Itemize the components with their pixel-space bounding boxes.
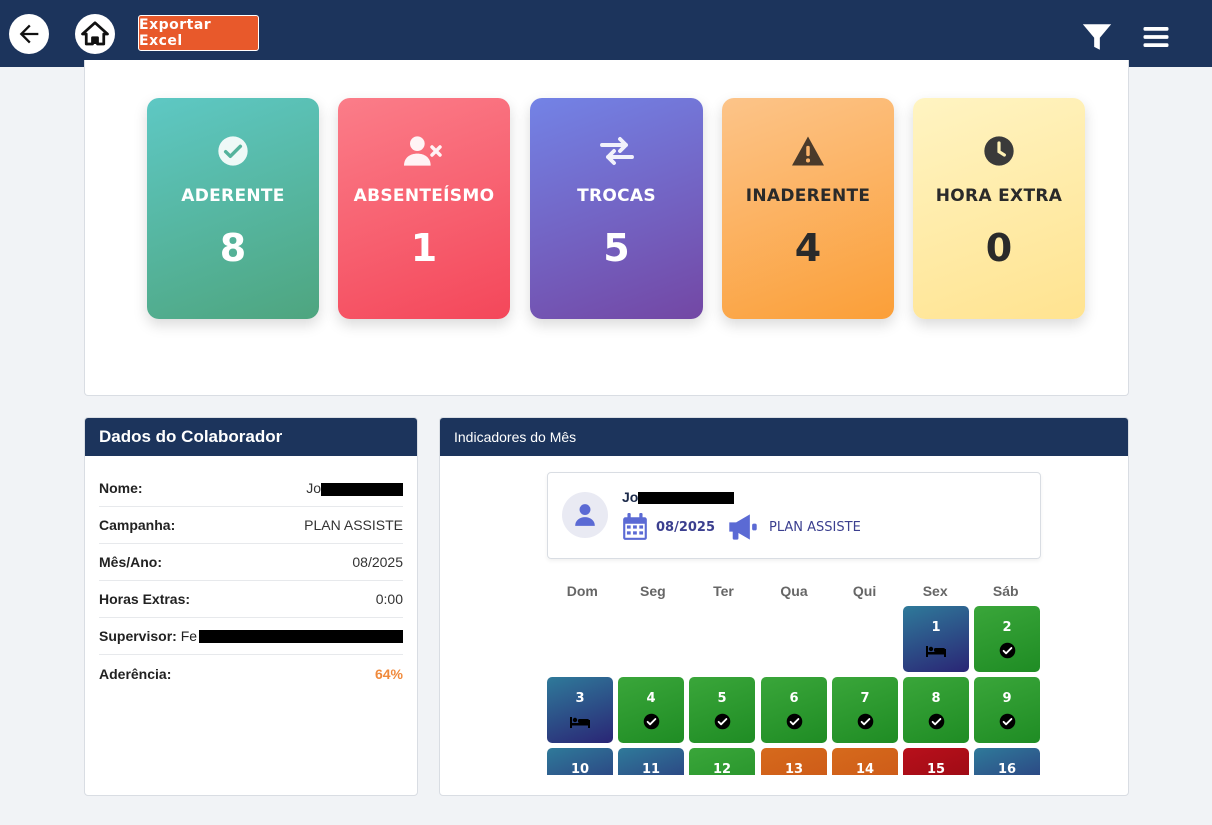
home-icon [81,21,109,46]
user-icon [575,504,595,526]
collaborator-panel: Dados do Colaborador Nome: Jo Campanha: … [84,417,418,796]
employee-info-box: Jo 08/2025 PLAN ASSISTE [547,472,1041,559]
check-circle-icon [857,712,874,730]
calendar-day[interactable]: 8 [903,677,969,743]
calendar-day[interactable]: 10 [547,748,613,775]
card-inaderente[interactable]: INADERENTE 4 [722,98,894,319]
calendar-day[interactable]: 3 [547,677,613,743]
card-hora-extra[interactable]: HORA EXTRA 0 [913,98,1085,319]
collaborator-panel-title: Dados do Colaborador [85,418,417,456]
calendar-day[interactable]: 14 [832,748,898,775]
card-label: INADERENTE [745,186,871,206]
row-horas-extras: Horas Extras: 0:00 [99,581,403,618]
month-label: 08/2025 [656,519,716,535]
weekday-header: Dom Seg Ter Qua Qui Sex Sáb [547,583,1041,599]
calendar-day[interactable]: 7 [832,677,898,743]
row-mes-ano: Mês/Ano: 08/2025 [99,544,403,581]
hamburger-menu-icon[interactable] [1141,22,1171,52]
redacted-block [638,492,735,505]
card-label: HORA EXTRA [935,186,1063,206]
row-key: Mês/Ano: [99,554,162,570]
check-circle-icon [643,712,660,730]
card-aderente[interactable]: ADERENTE 8 [147,98,319,319]
filter-icon[interactable] [1080,20,1114,54]
check-circle-icon [999,641,1016,659]
arrow-left-icon [19,24,39,44]
row-campanha: Campanha: PLAN ASSISTE [99,507,403,544]
calendar-day[interactable]: 1 [903,606,969,672]
card-label: TROCAS [577,186,656,206]
calendar-day[interactable]: 6 [761,677,827,743]
row-value: PLAN ASSISTE [304,517,403,533]
swap-arrows-icon [599,134,635,168]
bed-icon [925,641,947,659]
row-value: Fe [180,628,198,644]
calendar-day[interactable]: 15 [903,748,969,775]
calendar-icon [623,513,647,540]
weekday-label: Sáb [992,583,1019,599]
back-button[interactable] [9,14,49,54]
calendar-day[interactable]: 2 [974,606,1040,672]
card-value: 8 [219,226,247,270]
card-label: ABSENTEÍSMO [353,186,495,206]
check-circle-icon [217,134,249,168]
check-circle-icon [928,712,945,730]
card-trocas[interactable]: TROCAS 5 [530,98,703,319]
row-aderencia: Aderência: 64% [99,655,403,692]
calendar-day[interactable]: 13 [761,748,827,775]
redacted-block [321,482,403,496]
card-value: 1 [410,226,438,270]
row-key: Supervisor: [99,628,177,644]
card-label: ADERENTE [181,186,285,206]
warning-icon [790,134,826,168]
user-x-icon [404,134,444,168]
campaign-label: PLAN ASSISTE [769,519,861,535]
row-value: Jo [306,480,321,496]
check-circle-icon [999,712,1016,730]
row-key: Aderência: [99,665,172,682]
row-value: 0:00 [375,591,403,607]
calendar-day[interactable]: 5 [689,677,755,743]
row-value: 64% [374,665,403,682]
home-button[interactable] [75,14,115,54]
card-value: 0 [985,226,1013,270]
indicators-panel: Indicadores do Mês Jo 08/2025 PLAN ASSIS… [439,417,1129,796]
export-excel-button[interactable]: Exportar Excel [138,15,259,51]
check-circle-icon [714,712,731,730]
card-value: 5 [603,226,630,270]
avatar [562,492,608,538]
calendar-day[interactable]: 4 [618,677,684,743]
card-absenteismo[interactable]: ABSENTEÍSMO 1 [338,98,510,319]
row-key: Campanha: [99,517,176,533]
clock-icon [983,134,1015,168]
megaphone-icon [729,514,757,540]
redacted-block [199,629,403,643]
calendar-day[interactable]: 16 [974,748,1040,775]
check-circle-icon [786,712,803,730]
weekday-label: Qua [780,583,808,599]
calendar-day[interactable]: 12 [689,748,755,775]
row-key: Horas Extras: [99,591,191,607]
row-value: 08/2025 [352,554,403,570]
row-nome: Nome: Jo [99,470,403,507]
card-value: 4 [794,226,822,270]
top-bar: Exportar Excel [0,0,1212,67]
weekday-label: Seg [640,583,666,599]
row-supervisor: Supervisor: Fe [99,618,403,655]
employee-name: Jo [622,489,639,505]
row-key: Nome: [99,480,143,496]
weekday-label: Qui [852,583,877,599]
weekday-label: Ter [713,583,734,599]
weekday-label: Dom [566,583,598,599]
calendar-day[interactable]: 9 [974,677,1040,743]
calendar-day[interactable]: 11 [618,748,684,775]
weekday-label: Sex [922,583,948,599]
bed-icon [569,712,591,730]
